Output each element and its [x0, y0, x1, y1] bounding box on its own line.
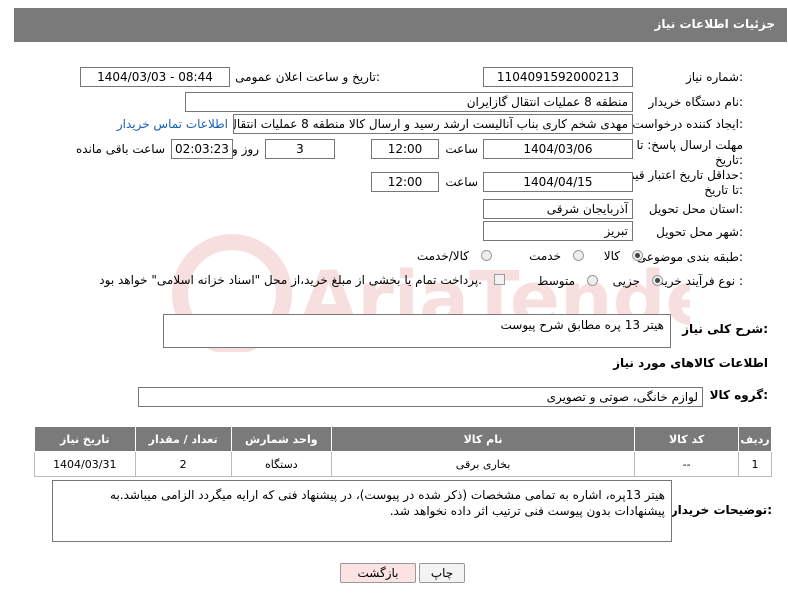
payment-note: پرداخت تمام یا بخشی از مبلغ خرید،از محل … — [99, 273, 482, 287]
description-textarea[interactable]: هیتر 13 پره مطابق شرح پیوست — [163, 314, 671, 348]
creator-label: ایجاد کننده درخواست: — [632, 117, 743, 131]
description-label: شرح کلی نیاز: — [682, 322, 768, 336]
category-service-radio[interactable] — [573, 250, 584, 261]
items-table-header: ردیف کد کالا نام کالا واحد شمارش تعداد /… — [34, 426, 772, 452]
announce-field[interactable]: 1404/03/03 - 08:44 — [80, 67, 230, 87]
city-label: شهر محل تحویل: — [656, 225, 743, 239]
remaining-label: ساعت باقی مانده — [75, 142, 165, 156]
process-medium-label: متوسط — [537, 274, 575, 288]
table-row[interactable]: 1 -- بخاری برقی دستگاه 2 1404/03/31 — [34, 451, 772, 477]
cell-qty: 2 — [134, 451, 232, 477]
announce-label: تاریخ و ساعت اعلان عمومی: — [235, 70, 380, 84]
category-label: طبقه بندی موضوعی: — [636, 250, 743, 264]
col-qty: تعداد / مقدار — [134, 426, 232, 452]
deadline-time-label: ساعت — [445, 142, 478, 156]
price-time-label: ساعت — [445, 175, 478, 189]
process-medium-radio[interactable] — [587, 275, 598, 286]
col-name: نام کالا — [330, 426, 636, 452]
category-goods-radio[interactable] — [632, 250, 643, 261]
buyer-notes-textarea[interactable]: هیتر 13پره، اشاره به تمامی مشخصات (ذکر ش… — [52, 480, 672, 542]
cell-unit: دستگاه — [230, 451, 332, 477]
price-validity-label-2: تا تاریخ: — [704, 183, 743, 197]
print-button[interactable]: چاپ — [419, 563, 465, 583]
back-button[interactable]: بازگشت — [340, 563, 416, 583]
goods-section-title: اطلاعات کالاهای مورد نیاز — [613, 356, 768, 370]
province-label: استان محل تحویل: — [648, 202, 743, 216]
price-time-field[interactable]: 12:00 — [371, 172, 439, 192]
remaining-time-field[interactable]: 02:03:23 — [171, 139, 233, 159]
cell-row: 1 — [738, 451, 772, 477]
items-table: ردیف کد کالا نام کالا واحد شمارش تعداد /… — [34, 426, 772, 477]
buyer-notes-text: هیتر 13پره، اشاره به تمامی مشخصات (ذکر ش… — [110, 488, 665, 518]
deadline-date-field[interactable]: 1404/03/06 — [483, 139, 633, 159]
category-service-label: خدمت — [529, 249, 561, 263]
creator-field[interactable]: مهدی شخم کاری بناب آنالیست ارشد رسید و ا… — [233, 114, 633, 134]
deadline-label-2: تاریخ: — [715, 153, 743, 167]
page-header: جزئیات اطلاعات نیاز — [14, 8, 787, 42]
city-field[interactable]: تبریز — [483, 221, 633, 241]
price-date-field[interactable]: 1404/04/15 — [483, 172, 633, 192]
cell-date: 1404/03/31 — [34, 451, 136, 477]
contact-buyer-link[interactable]: اطلاعات تماس خریدار — [117, 117, 228, 131]
col-date: تاریخ نیاز — [34, 426, 136, 452]
cell-name: بخاری برقی — [330, 451, 636, 477]
page-title: جزئیات اطلاعات نیاز — [654, 17, 775, 31]
price-validity-label-1: حداقل تاریخ اعتبار قیمت: — [616, 168, 743, 182]
deadline-label-1: مهلت ارسال پاسخ: تا — [636, 138, 743, 152]
need-number-label: شماره نیاز: — [685, 70, 743, 84]
category-both-radio[interactable] — [481, 250, 492, 261]
buyer-field[interactable]: منطقه 8 عملیات انتقال گازایران — [185, 92, 633, 112]
treasury-payment-checkbox[interactable] — [494, 274, 505, 285]
category-both-label: کالا/خدمت — [416, 249, 469, 263]
category-goods-label: کالا — [603, 249, 620, 263]
col-code: کد کالا — [634, 426, 740, 452]
description-text: هیتر 13 پره مطابق شرح پیوست — [500, 318, 665, 332]
process-partial-label: جزیی — [612, 274, 640, 288]
col-row: ردیف — [738, 426, 772, 452]
process-label: نوع فرآیند خرید : — [658, 274, 743, 288]
days-label: روز و — [232, 142, 259, 156]
col-unit: واحد شمارش — [230, 426, 332, 452]
deadline-time-field[interactable]: 12:00 — [371, 139, 439, 159]
cell-code: -- — [634, 451, 740, 477]
buyer-notes-label: توضیحات خریدار: — [670, 503, 772, 517]
goods-group-field[interactable]: لوازم خانگی، صوتی و تصویری — [138, 387, 703, 407]
process-partial-radio[interactable] — [652, 275, 663, 286]
days-field[interactable]: 3 — [265, 139, 335, 159]
need-number-field[interactable]: 1104091592000213 — [483, 67, 633, 87]
goods-group-label: گروه کالا: — [709, 388, 768, 402]
province-field[interactable]: آذربایجان شرقی — [483, 199, 633, 219]
buyer-label: نام دستگاه خریدار: — [648, 95, 744, 109]
